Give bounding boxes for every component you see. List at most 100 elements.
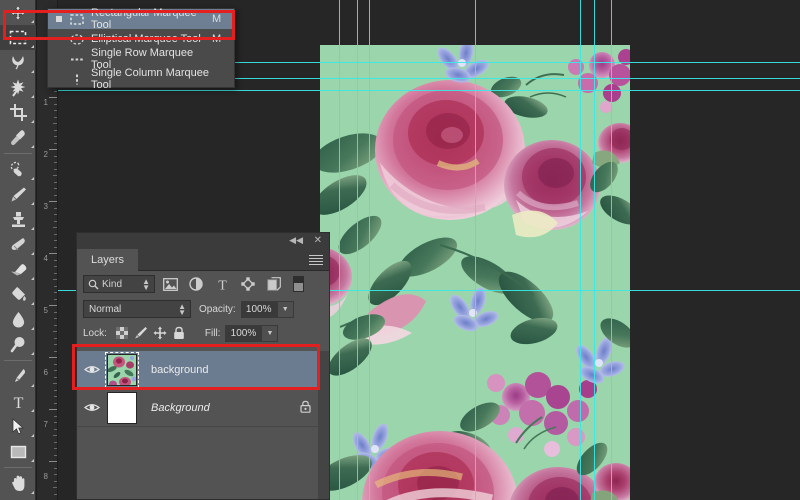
clone-stamp-tool[interactable] [0, 207, 36, 232]
tools-panel[interactable]: T [0, 0, 36, 500]
panel-tab-row[interactable]: Layers [77, 249, 329, 271]
up-down-arrows-icon[interactable]: ▲ ▼ [178, 303, 186, 317]
history-brush-icon [11, 238, 25, 251]
lock-label: Lock: [83, 327, 107, 339]
flyout-item-rectangular-marquee[interactable]: Rectangular Marquee Tool M [48, 7, 234, 31]
tool-expand-corner [31, 20, 34, 23]
lock-image-pixels[interactable] [132, 324, 151, 342]
filter-adjustment-layers[interactable] [185, 275, 207, 293]
layer-visibility-toggle[interactable] [77, 364, 107, 375]
path-selection-tool[interactable] [0, 414, 36, 439]
ruler-tick [54, 104, 57, 105]
layer-filter-row[interactable]: Kind ▲ ▼ T [77, 271, 329, 297]
tab-layers[interactable]: Layers [77, 249, 139, 271]
history-brush-tool[interactable] [0, 232, 36, 257]
lock-all[interactable] [170, 324, 189, 342]
layer-list-scrollbar[interactable] [318, 351, 329, 499]
flyout-item-shortcut: M [212, 13, 222, 25]
spot-healing-brush-tool[interactable] [0, 157, 36, 182]
blend-mode-select[interactable]: Normal ▲ ▼ [83, 300, 191, 318]
ruler-tick [54, 390, 57, 391]
ruler-tick [54, 448, 57, 449]
magic-wand-tool[interactable] [0, 75, 36, 100]
lock-transparent-pixels[interactable] [113, 324, 132, 342]
blend-mode-row[interactable]: Normal ▲ ▼ Opacity: 100% ▼ [77, 297, 329, 321]
flyout-item-elliptical-marquee[interactable]: Elliptical Marquee Tool M [48, 29, 234, 49]
double-chevron-left-icon[interactable]: ◀◀ [289, 236, 303, 245]
layer-thumbnail[interactable] [107, 391, 137, 424]
ruler-tick [54, 162, 57, 163]
guide-vertical[interactable] [339, 0, 340, 500]
tool-expand-corner [31, 95, 34, 98]
tool-expand-corner [31, 459, 34, 462]
hand-icon [11, 475, 24, 491]
guide-vertical[interactable] [357, 0, 358, 500]
single-row-marquee-icon [67, 54, 87, 65]
filter-type-layers[interactable]: T [211, 275, 233, 293]
lock-position[interactable] [151, 324, 170, 342]
flyout-item-single-column-marquee[interactable]: Single Column Marquee Tool [48, 67, 234, 91]
ruler-label: 4 [43, 254, 48, 263]
opacity-input[interactable]: 100% [240, 300, 277, 318]
ruler-tick [54, 169, 57, 170]
close-x-icon[interactable]: ✕ [314, 236, 322, 246]
filter-smart-objects[interactable] [263, 275, 285, 293]
layer-thumbnail[interactable] [105, 351, 139, 388]
lasso-tool[interactable] [0, 50, 36, 75]
filter-enable-toggle[interactable] [293, 276, 304, 292]
flyout-item-single-row-marquee[interactable]: Single Row Marquee Tool [48, 47, 234, 71]
fill-input[interactable]: 100% [225, 324, 262, 342]
ruler-tick [49, 461, 57, 462]
ruler-tick [54, 338, 57, 339]
panel-titlebar[interactable]: ◀◀ ✕ [77, 233, 329, 249]
ruler-tick [54, 182, 57, 183]
fill-stepper[interactable]: ▼ [261, 324, 279, 342]
table-row[interactable]: Background [77, 389, 329, 427]
ruler-tick [53, 279, 57, 280]
blur-tool[interactable] [0, 307, 36, 332]
up-down-arrows-icon[interactable]: ▲ ▼ [142, 278, 150, 292]
gradient-tool[interactable] [0, 282, 36, 307]
zoom-tool[interactable] [0, 496, 36, 500]
filter-pixel-layers[interactable] [159, 275, 181, 293]
layers-panel[interactable]: ◀◀ ✕ Layers Kind ▲ ▼ T Normal ▲ ▼ Opacit… [76, 232, 330, 500]
panel-menu-icon[interactable] [309, 255, 323, 267]
rectangular-marquee-tool[interactable] [0, 25, 36, 50]
eyedropper-tool[interactable] [0, 125, 36, 150]
lock-row[interactable]: Lock: Fill: 100% ▼ [77, 321, 329, 345]
smart-object-icon [267, 277, 281, 291]
dodge-tool[interactable] [0, 332, 36, 357]
ruler-tick [54, 240, 57, 241]
ruler-tick [53, 383, 57, 384]
tool-expand-corner [31, 70, 34, 73]
guide-vertical[interactable] [611, 0, 612, 500]
layer-name[interactable]: Background [151, 402, 210, 414]
move-tool[interactable] [0, 0, 36, 25]
pen-tool[interactable] [0, 364, 36, 389]
guide-vertical[interactable] [594, 0, 595, 500]
brush-tool[interactable] [0, 182, 36, 207]
layer-visibility-toggle[interactable] [77, 402, 107, 413]
guide-vertical[interactable] [475, 0, 476, 500]
ruler-tick [54, 474, 57, 475]
filter-shape-layers[interactable] [237, 275, 259, 293]
eye-visible-icon [84, 404, 100, 411]
crop-tool[interactable] [0, 100, 36, 125]
guide-vertical[interactable] [369, 0, 370, 500]
eraser-icon [10, 264, 26, 276]
ruler-tick [49, 149, 57, 150]
layer-list[interactable]: background Background [77, 351, 329, 499]
ruler-tick [54, 299, 57, 300]
marquee-tool-flyout[interactable]: Rectangular Marquee Tool M Elliptical Ma… [47, 7, 235, 91]
guide-vertical[interactable] [580, 0, 581, 500]
eraser-tool[interactable] [0, 257, 36, 282]
opacity-stepper[interactable]: ▼ [276, 300, 294, 318]
layer-name[interactable]: background [151, 364, 209, 376]
hand-tool[interactable] [0, 471, 36, 496]
rectangle-shape-tool[interactable] [0, 439, 36, 464]
ruler-tick [54, 195, 57, 196]
filter-kind-select[interactable]: Kind ▲ ▼ [83, 275, 155, 293]
rectangle-shape-icon [10, 445, 26, 458]
type-tool[interactable]: T [0, 389, 36, 414]
table-row[interactable]: background [77, 351, 329, 389]
